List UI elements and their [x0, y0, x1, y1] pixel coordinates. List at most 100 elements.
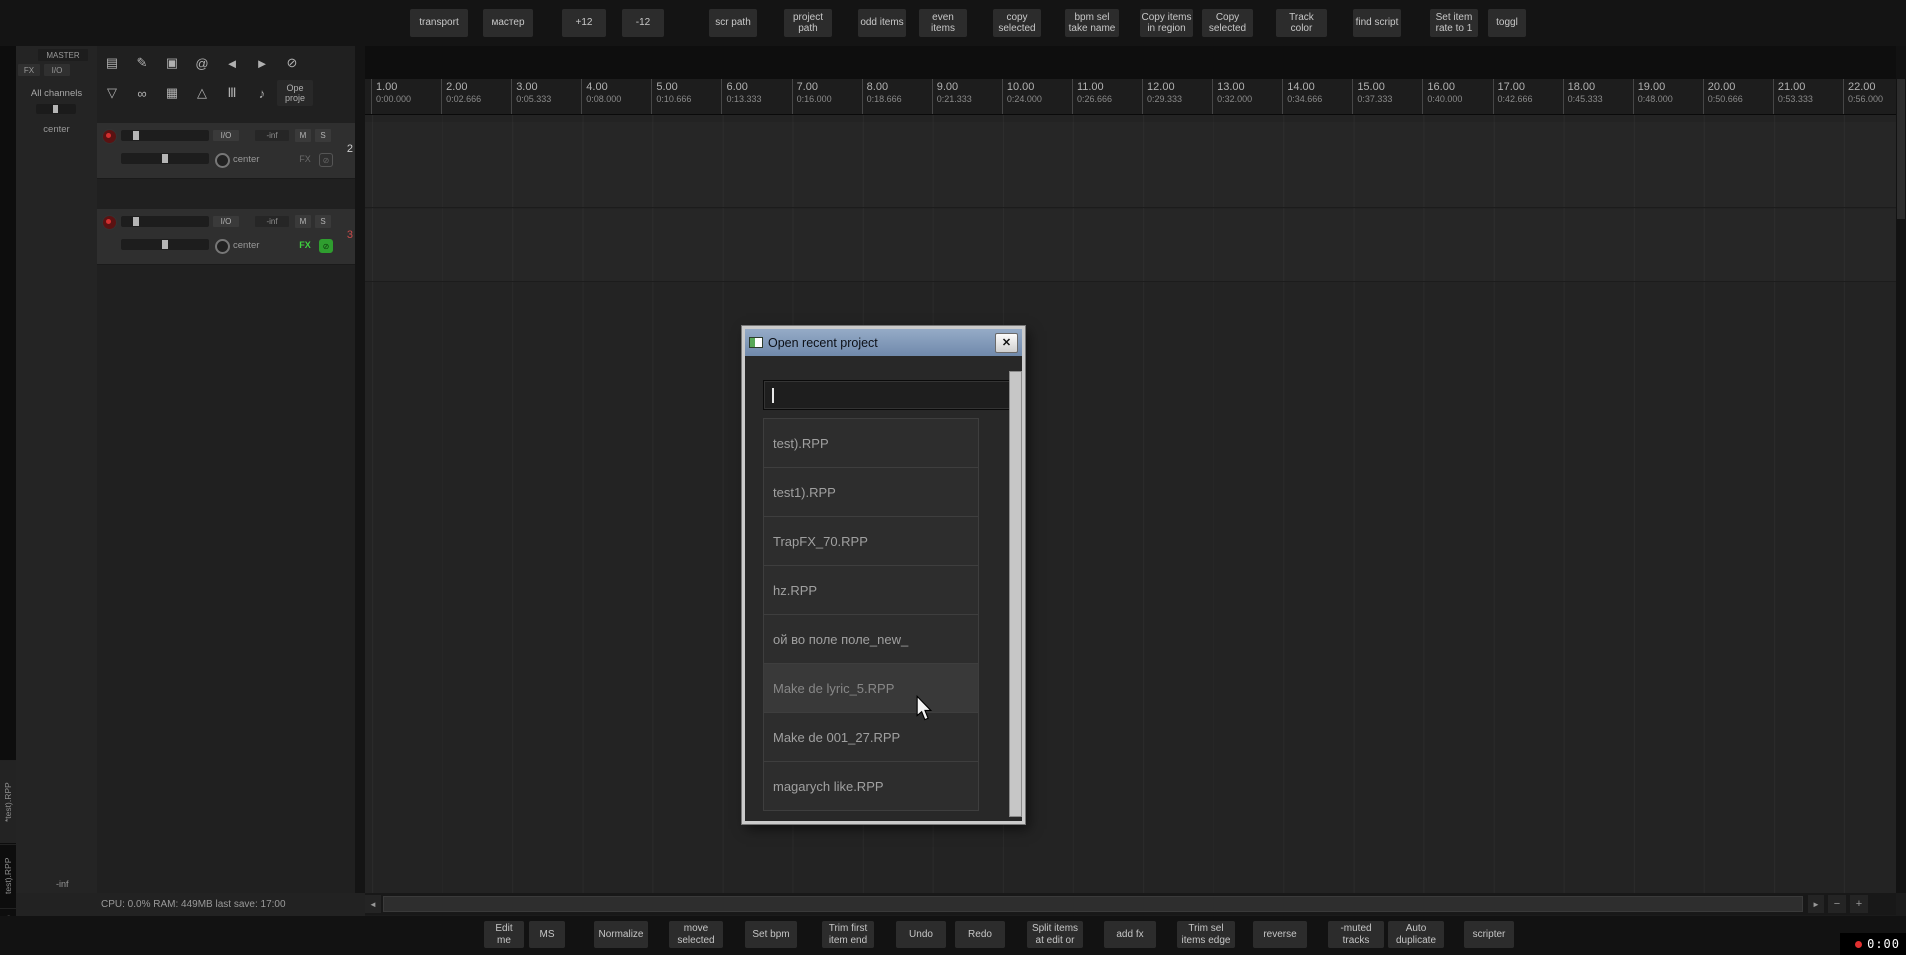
- bottom-toolbar-button[interactable]: reverse: [1253, 921, 1307, 948]
- vertical-scrollbar[interactable]: [1896, 46, 1906, 893]
- toolbar-icon[interactable]: △: [190, 80, 214, 106]
- top-toolbar-button[interactable]: Track color: [1276, 9, 1327, 37]
- top-toolbar-button[interactable]: toggl: [1488, 9, 1526, 37]
- tcp-arrange-splitter[interactable]: [355, 46, 365, 893]
- top-toolbar-button[interactable]: мастер: [483, 9, 533, 37]
- toolbar-icon[interactable]: ▦: [160, 80, 184, 106]
- top-toolbar-button[interactable]: odd items: [858, 9, 906, 37]
- track-gain-readout[interactable]: -inf: [255, 216, 289, 227]
- bottom-toolbar-button[interactable]: Split items at edit or: [1027, 921, 1083, 948]
- marker-lane[interactable]: [365, 46, 1896, 80]
- top-toolbar-button[interactable]: Copy selected: [1202, 9, 1253, 37]
- track-volume-fader[interactable]: [121, 130, 209, 141]
- zoom-out-button[interactable]: −: [1828, 895, 1846, 913]
- recent-project-filter-input[interactable]: [763, 380, 1013, 410]
- track-pan-fader[interactable]: [121, 153, 209, 164]
- track-io-button[interactable]: I/O: [213, 130, 239, 141]
- horizontal-scrollbar[interactable]: ◄ ► − +: [365, 893, 1896, 915]
- open-project-button[interactable]: Ope proje: [277, 80, 313, 106]
- recent-project-item[interactable]: hz.RPP: [763, 565, 979, 615]
- master-io-button[interactable]: I/O: [44, 64, 70, 76]
- arrange-area[interactable]: [365, 115, 1896, 893]
- track-mute-button[interactable]: M: [295, 215, 311, 228]
- toolbar-icon[interactable]: Ⅲ: [220, 80, 244, 106]
- dialog-scrollbar[interactable]: [1009, 371, 1022, 817]
- recent-project-item[interactable]: test1).RPP: [763, 467, 979, 517]
- master-gain-readout[interactable]: -inf: [56, 879, 69, 889]
- bottom-toolbar-button[interactable]: scripter: [1464, 921, 1514, 948]
- top-toolbar-button[interactable]: bpm sel take name: [1065, 9, 1119, 37]
- bottom-toolbar-button[interactable]: Undo: [896, 921, 946, 948]
- track-io-button[interactable]: I/O: [213, 216, 239, 227]
- scrollbar-thumb[interactable]: [383, 896, 1803, 912]
- track-panel[interactable]: I/O -inf M S center FX ⊘ 3: [97, 209, 355, 265]
- track-volume-fader[interactable]: [121, 216, 209, 227]
- track-fx-button[interactable]: FX: [295, 239, 315, 251]
- scroll-right-icon[interactable]: ►: [1808, 895, 1824, 913]
- recent-project-item[interactable]: Make de lyric_5.RPP: [763, 663, 979, 713]
- recent-project-item[interactable]: Make de 001_27.RPP: [763, 712, 979, 762]
- track-lane[interactable]: [365, 122, 1896, 208]
- all-channels-dropdown[interactable]: All channels: [16, 88, 97, 99]
- recent-project-item[interactable]: magarych like.RPP: [763, 761, 979, 811]
- fader-thumb[interactable]: [162, 154, 168, 163]
- track-fx-bypass-icon[interactable]: ⊘: [319, 153, 333, 167]
- close-icon[interactable]: ✕: [995, 332, 1018, 353]
- top-toolbar-button[interactable]: project path: [784, 9, 832, 37]
- top-toolbar-button[interactable]: Set item rate to 1: [1430, 9, 1478, 37]
- bottom-toolbar-button[interactable]: Auto duplicate: [1388, 921, 1444, 948]
- toolbar-icon[interactable]: @: [190, 50, 214, 76]
- toolbar-icon[interactable]: ▤: [100, 50, 124, 76]
- bottom-toolbar-button[interactable]: Redo: [955, 921, 1005, 948]
- record-arm-button[interactable]: [102, 215, 117, 230]
- recent-project-item[interactable]: ой во поле поле_new_: [763, 614, 979, 664]
- master-pan-fader[interactable]: [36, 104, 76, 114]
- zoom-in-button[interactable]: +: [1850, 895, 1868, 913]
- recent-project-item[interactable]: test).RPP: [763, 418, 979, 468]
- bottom-toolbar-button[interactable]: -muted tracks: [1328, 921, 1384, 948]
- track-solo-button[interactable]: S: [315, 215, 331, 228]
- top-toolbar-button[interactable]: +12: [562, 9, 606, 37]
- top-toolbar-button[interactable]: transport: [410, 9, 468, 37]
- top-toolbar-button[interactable]: find script: [1353, 9, 1401, 37]
- fader-thumb[interactable]: [162, 240, 168, 249]
- project-tab[interactable]: *test).RPP: [0, 760, 16, 843]
- fader-thumb[interactable]: [133, 217, 139, 226]
- track-fx-button[interactable]: FX: [295, 153, 315, 165]
- scroll-left-icon[interactable]: ◄: [365, 895, 381, 913]
- fader-thumb[interactable]: [53, 105, 58, 113]
- toolbar-icon[interactable]: ◄: [220, 50, 244, 76]
- timeline-ruler[interactable]: 1.00 0:00.000 2.00 0:02.666 3.00 0:05.33…: [365, 79, 1896, 115]
- bottom-toolbar-button[interactable]: Edit me: [484, 921, 524, 948]
- record-arm-button[interactable]: [102, 129, 117, 144]
- track-mute-button[interactable]: M: [295, 129, 311, 142]
- track-fx-bypass-icon[interactable]: ⊘: [319, 239, 333, 253]
- track-lane[interactable]: [365, 209, 1896, 282]
- bottom-toolbar-button[interactable]: move selected: [669, 921, 723, 948]
- track-pan-knob[interactable]: [215, 239, 230, 254]
- top-toolbar-button[interactable]: scr path: [709, 9, 757, 37]
- toolbar-icon[interactable]: ✎: [130, 50, 154, 76]
- bottom-toolbar-button[interactable]: add fx: [1104, 921, 1156, 948]
- toolbar-icon[interactable]: ►: [250, 50, 274, 76]
- bottom-toolbar-button[interactable]: MS: [529, 921, 565, 948]
- toolbar-icon[interactable]: ▽: [100, 80, 124, 106]
- bottom-toolbar-button[interactable]: Trim sel items edge: [1177, 921, 1235, 948]
- project-tab[interactable]: test).RPP: [0, 844, 16, 907]
- fader-thumb[interactable]: [133, 131, 139, 140]
- top-toolbar-button[interactable]: Copy items in region: [1140, 9, 1193, 37]
- bottom-toolbar-button[interactable]: Set bpm: [745, 921, 797, 948]
- track-pan-fader[interactable]: [121, 239, 209, 250]
- top-toolbar-button[interactable]: copy selected: [993, 9, 1041, 37]
- toolbar-icon[interactable]: ∞: [130, 80, 154, 106]
- top-toolbar-button[interactable]: -12: [622, 9, 664, 37]
- recent-project-item[interactable]: TrapFX_70.RPP: [763, 516, 979, 566]
- scrollbar-thumb[interactable]: [1897, 79, 1905, 219]
- toolbar-icon[interactable]: ⊘: [280, 50, 304, 76]
- bottom-toolbar-button[interactable]: Trim first item end: [822, 921, 874, 948]
- toolbar-icon[interactable]: ♪: [250, 80, 274, 106]
- track-pan-knob[interactable]: [215, 153, 230, 168]
- bottom-toolbar-button[interactable]: Normalize: [594, 921, 648, 948]
- track-gain-readout[interactable]: -inf: [255, 130, 289, 141]
- toolbar-icon[interactable]: ▣: [160, 50, 184, 76]
